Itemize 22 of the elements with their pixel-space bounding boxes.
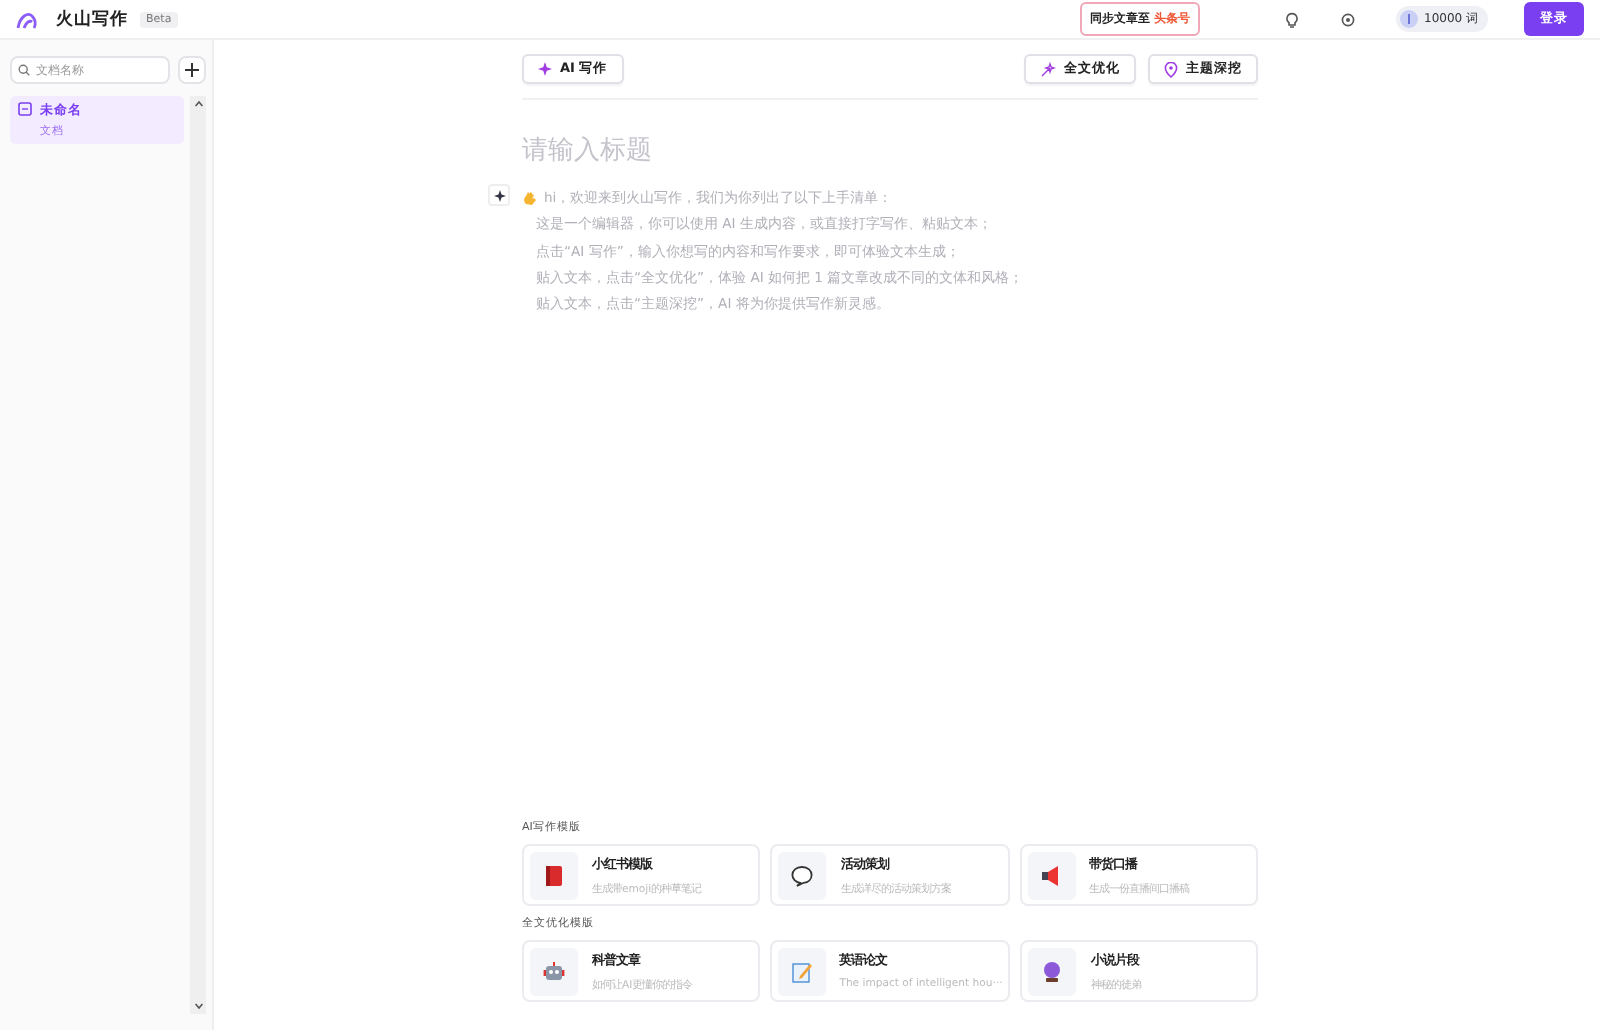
app-logo: 火山写作 <box>56 7 128 31</box>
chevron-up-icon[interactable] <box>193 100 203 108</box>
memo-icon <box>789 959 814 983</box>
sparkle-icon <box>493 189 505 201</box>
crystal-ball-icon <box>1040 959 1065 983</box>
search-icon <box>18 64 30 76</box>
speech-bubble-icon <box>790 863 815 887</box>
plus-icon <box>184 62 200 78</box>
magic-wand-icon <box>1040 61 1056 77</box>
add-block-button[interactable] <box>488 184 510 206</box>
settings-icon[interactable] <box>1340 11 1356 27</box>
location-pin-icon <box>1164 61 1178 77</box>
lightbulb-icon[interactable] <box>1284 11 1300 27</box>
waving-hand-icon <box>522 190 538 206</box>
chevron-down-icon[interactable] <box>193 1002 203 1010</box>
coin-icon <box>1400 10 1418 28</box>
document-icon <box>18 102 32 116</box>
sparkle-icon <box>538 62 552 76</box>
book-icon <box>542 863 566 887</box>
megaphone-icon <box>1039 863 1064 887</box>
add-document-button[interactable] <box>178 56 206 84</box>
robot-icon <box>542 959 566 983</box>
